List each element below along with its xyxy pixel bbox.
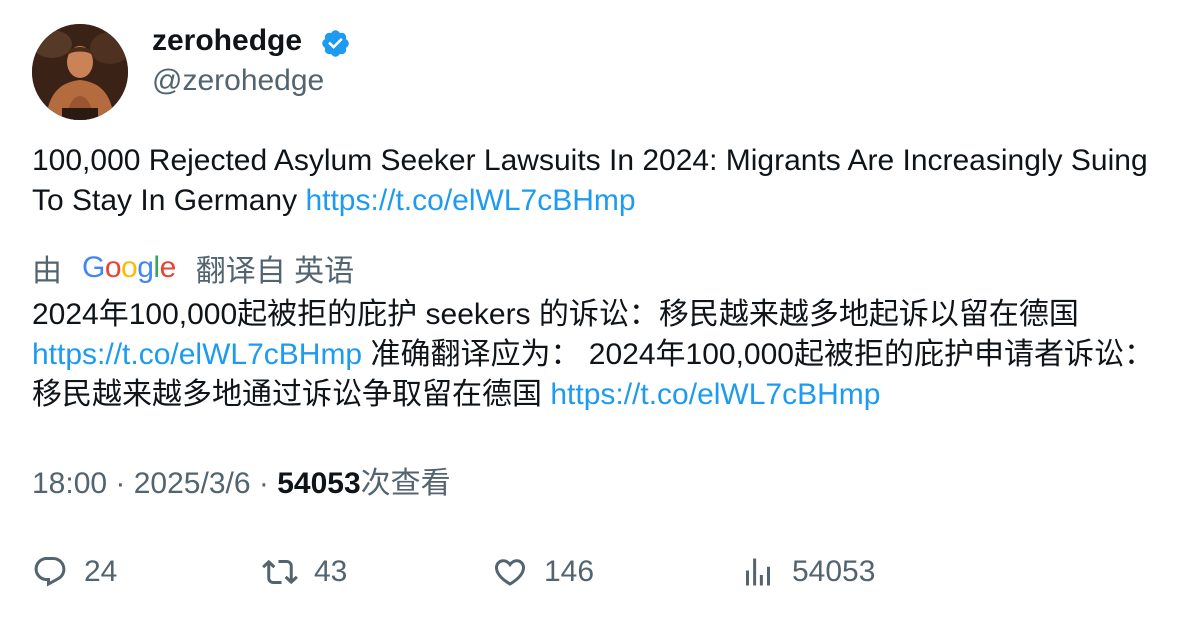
tweet-meta: 18:00 · 2025/3/6 · 54053次查看 <box>32 464 451 504</box>
avatar-image <box>32 24 128 120</box>
avatar[interactable] <box>32 24 128 120</box>
views-count: 54053 <box>277 467 361 500</box>
tweet-time[interactable]: 18:00 <box>32 467 107 500</box>
reply-count: 24 <box>84 555 118 588</box>
translation-prefix: 由 <box>32 255 62 288</box>
meta-separator: · <box>107 467 134 500</box>
retweet-count: 43 <box>314 555 348 588</box>
like-button[interactable]: 146 <box>492 550 594 594</box>
like-count: 146 <box>544 555 595 588</box>
analytics-icon <box>746 558 770 586</box>
tweet-date[interactable]: 2025/3/6 <box>134 467 251 500</box>
translated-link-2[interactable]: https://t.co/elWL7cBHmp <box>550 378 880 411</box>
views-action-count: 54053 <box>792 555 876 588</box>
views-button[interactable]: 54053 <box>740 550 875 594</box>
translated-part-1: 2024年100,000起被拒的庇护 seekers 的诉讼：移民越来越多地起诉… <box>32 298 1079 331</box>
translated-text: 2024年100,000起被拒的庇护 seekers 的诉讼：移民越来越多地起诉… <box>32 295 1182 415</box>
action-bar: 24 43 146 54053 <box>0 550 1196 594</box>
translated-link-1[interactable]: https://t.co/elWL7cBHmp <box>32 338 362 371</box>
verified-badge-icon[interactable] <box>320 28 351 59</box>
tweet-link[interactable]: https://t.co/elWL7cBHmp <box>305 184 635 217</box>
display-name[interactable]: zerohedge <box>152 22 302 60</box>
reply-icon <box>34 557 66 587</box>
google-logo[interactable]: Google <box>82 251 176 285</box>
tweet-card: zerohedge @zerohedge 100,000 Rejected As… <box>0 0 1196 618</box>
retweet-icon <box>262 559 298 585</box>
views-label: 次查看 <box>360 467 451 500</box>
user-handle[interactable]: @zerohedge <box>152 62 324 100</box>
retweet-button[interactable]: 43 <box>262 550 347 594</box>
meta-separator: · <box>250 467 278 500</box>
reply-button[interactable]: 24 <box>32 550 117 594</box>
tweet-text: 100,000 Rejected Asylum Seeker Lawsuits … <box>32 141 1172 221</box>
translation-suffix: 翻译自 英语 <box>195 255 355 288</box>
heart-icon <box>494 559 526 586</box>
translation-attribution: 由 Google 翻译自 英语 <box>32 248 354 288</box>
